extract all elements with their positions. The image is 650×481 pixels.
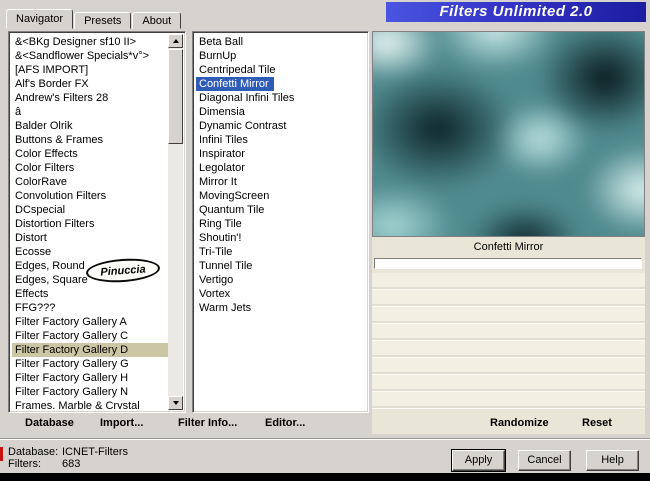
list-item[interactable]: Legolator — [196, 161, 365, 175]
scroll-down-button[interactable] — [168, 396, 183, 410]
parameter-slot — [372, 273, 645, 290]
list-item[interactable]: Convolution Filters — [12, 189, 168, 203]
list-item[interactable]: Shoutin'! — [196, 231, 365, 245]
tab-navigator[interactable]: Navigator — [6, 9, 74, 29]
list-item[interactable]: FFG??? — [12, 301, 168, 315]
list-item[interactable]: Beta Ball — [196, 35, 365, 49]
database-button[interactable]: Database — [25, 417, 74, 429]
list-item[interactable]: ColorRave — [12, 175, 168, 189]
status-filters-label: Filters: — [8, 458, 41, 470]
help-button[interactable]: Help — [586, 450, 639, 471]
bottom-black-strip — [0, 473, 650, 481]
list-item[interactable]: MovingScreen — [196, 189, 365, 203]
list-item[interactable]: Dynamic Contrast — [196, 119, 365, 133]
filter-listbox: Beta Ball BurnUp Centripedal Tile Confetti … — [192, 31, 369, 413]
filters-unlimited-window: Filters Unlimited 2.0 Navigator Presets … — [0, 0, 650, 481]
list-item[interactable]: Color Effects — [12, 147, 168, 161]
list-item[interactable]: Filter Factory Gallery H — [12, 371, 168, 385]
list-item[interactable]: Filter Factory Gallery C — [12, 329, 168, 343]
list-item[interactable]: Mirror It — [196, 175, 365, 189]
toolbar-separator — [0, 438, 650, 440]
category-scrollbar[interactable] — [168, 34, 183, 410]
list-item[interactable]: &<BKg Designer sf10 II> — [12, 35, 168, 49]
list-item[interactable]: Filter Factory Gallery D — [12, 343, 168, 357]
list-item[interactable]: Tri-Tile — [196, 245, 365, 259]
randomize-button[interactable]: Randomize — [490, 417, 549, 429]
parameter-slot — [372, 358, 645, 375]
scrollbar-thumb[interactable] — [168, 49, 183, 144]
list-item[interactable]: Effects — [12, 287, 168, 301]
status-filters-value: 683 — [62, 458, 81, 470]
list-item[interactable]: Buttons & Frames — [12, 133, 168, 147]
list-item[interactable]: Inspirator — [196, 147, 365, 161]
cancel-button[interactable]: Cancel — [518, 450, 571, 471]
apply-button[interactable]: Apply — [452, 450, 505, 471]
filter-list: Beta Ball BurnUp Centripedal Tile Confetti … — [196, 35, 365, 409]
parameter-slot — [372, 341, 645, 358]
list-item[interactable]: BurnUp — [196, 49, 365, 63]
list-item[interactable]: Ecosse — [12, 245, 168, 259]
list-item[interactable]: Distortion Filters — [12, 217, 168, 231]
filter-info-button[interactable]: Filter Info... — [178, 417, 237, 429]
preview-image — [373, 32, 644, 236]
list-item[interactable]: Dimensia — [196, 105, 365, 119]
list-item[interactable]: â — [12, 105, 168, 119]
import-button[interactable]: Import... — [100, 417, 143, 429]
list-item[interactable]: Distort — [12, 231, 168, 245]
editor-button[interactable]: Editor... — [265, 417, 305, 429]
selected-filter-name: Confetti Mirror — [372, 238, 645, 257]
tab-about[interactable]: About — [132, 12, 182, 29]
list-item[interactable]: Alf's Border FX — [12, 77, 168, 91]
red-edge-mark — [0, 447, 3, 461]
tab-presets[interactable]: Presets — [74, 12, 132, 29]
title-banner: Filters Unlimited 2.0 — [386, 2, 646, 22]
list-item[interactable]: Frames, Marble & Crystal — [12, 399, 168, 409]
list-item[interactable]: Color Filters — [12, 161, 168, 175]
parameter-slot — [372, 324, 645, 341]
list-item[interactable]: Quantum Tile — [196, 203, 365, 217]
progress-bar — [374, 258, 642, 269]
arrow-down-icon — [172, 401, 179, 405]
list-item[interactable]: Ring Tile — [196, 217, 365, 231]
list-item[interactable]: Andrew's Filters 28 — [12, 91, 168, 105]
list-item[interactable]: Confetti Mirror — [196, 77, 274, 91]
status-database-value: ICNET-Filters — [62, 446, 128, 458]
list-item[interactable]: Diagonal Infini Tiles — [196, 91, 365, 105]
list-item[interactable]: [AFS IMPORT] — [12, 63, 168, 77]
list-item[interactable]: Balder Olrik — [12, 119, 168, 133]
list-item[interactable]: Vertigo — [196, 273, 365, 287]
scroll-up-button[interactable] — [168, 34, 183, 48]
list-item[interactable]: Filter Factory Gallery G — [12, 357, 168, 371]
tab-bar: Navigator Presets About — [6, 9, 182, 29]
category-list: &<BKg Designer sf10 II> &<Sandflower Spec… — [12, 35, 168, 409]
list-item[interactable]: Centripedal Tile — [196, 63, 365, 77]
preview-panel: Confetti Mirror Randomize Reset — [372, 31, 645, 434]
list-item[interactable]: Vortex — [196, 287, 365, 301]
list-item[interactable]: &<Sandflower Specials*v°> — [12, 49, 168, 63]
parameter-slot — [372, 307, 645, 324]
list-item[interactable]: Infini Tiles — [196, 133, 365, 147]
list-item[interactable]: Tunnel Tile — [196, 259, 365, 273]
arrow-up-icon — [172, 39, 179, 43]
app-title: Filters Unlimited 2.0 — [439, 3, 593, 20]
filter-preview — [372, 31, 645, 237]
list-item[interactable]: Filter Factory Gallery N — [12, 385, 168, 399]
parameter-slot — [372, 290, 645, 307]
parameter-slot — [372, 375, 645, 392]
reset-button[interactable]: Reset — [582, 417, 612, 429]
list-item[interactable]: DCspecial — [12, 203, 168, 217]
list-item[interactable]: Filter Factory Gallery A — [12, 315, 168, 329]
status-database-label: Database: — [8, 446, 59, 458]
list-item[interactable]: Warm Jets — [196, 301, 365, 315]
parameter-area — [372, 273, 645, 409]
category-listbox: &<BKg Designer sf10 II> &<Sandflower Spec… — [8, 31, 186, 413]
parameter-slot — [372, 392, 645, 409]
